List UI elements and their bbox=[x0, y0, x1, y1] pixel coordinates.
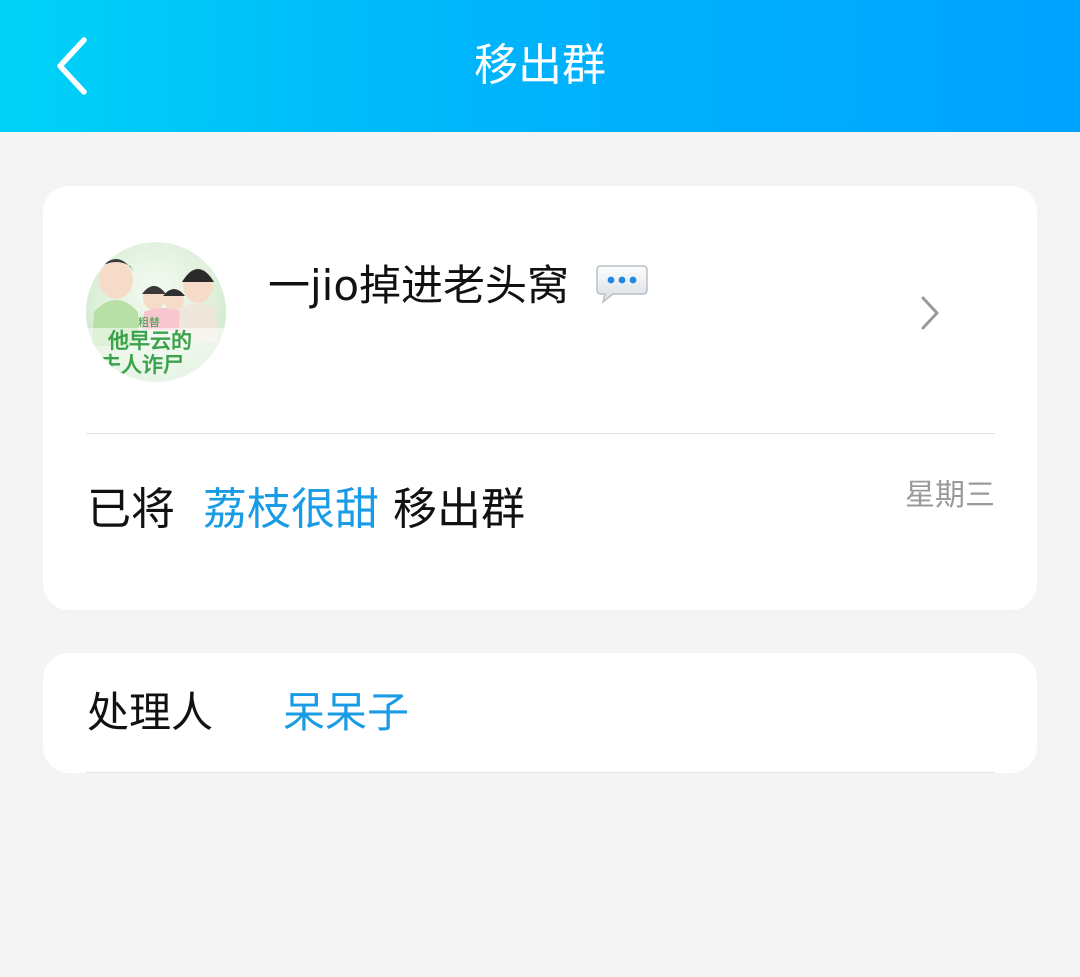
message-suffix: 移出群 bbox=[392, 484, 525, 535]
speech-bubble-icon bbox=[596, 265, 648, 304]
divider bbox=[86, 772, 995, 773]
nickname: 一jio掉进老头窝 bbox=[268, 261, 570, 310]
handler-name-link[interactable]: 呆呆子 bbox=[283, 685, 409, 741]
message-prefix: 已将 bbox=[87, 484, 175, 535]
avatar-title-line-1: 粗替 bbox=[138, 315, 160, 329]
message-row: 已将 荔枝很甜 移出群 星期三 bbox=[43, 434, 1037, 610]
top-bar: 移出群 bbox=[0, 0, 1080, 132]
avatar[interactable]: 粗替 他早云的 夫人诈尸 bbox=[86, 242, 226, 382]
page-title: 移出群 bbox=[474, 40, 606, 91]
message-time: 星期三 bbox=[905, 478, 995, 513]
handler-card: 处理人 呆呆子 bbox=[43, 653, 1037, 773]
handler-label: 处理人 bbox=[87, 688, 214, 737]
removal-card: 粗替 他早云的 夫人诈尸 一jio掉进老头窝 已将 荔枝很甜 移出群 星期三 bbox=[43, 186, 1037, 610]
removed-member-link[interactable]: 荔枝很甜 bbox=[203, 484, 379, 535]
profile-row[interactable]: 粗替 他早云的 夫人诈尸 一jio掉进老头窝 bbox=[43, 186, 1037, 433]
removal-message: 已将 荔枝很甜 移出群 bbox=[87, 482, 525, 538]
avatar-title-line-3: 夫人诈尸 bbox=[100, 353, 184, 377]
chevron-right-icon bbox=[921, 296, 939, 330]
avatar-title-line-2: 他早云的 bbox=[107, 329, 192, 353]
